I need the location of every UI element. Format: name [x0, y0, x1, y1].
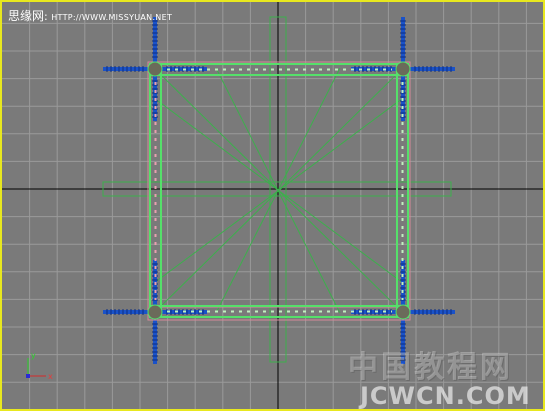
joint-top-left[interactable] — [147, 61, 163, 77]
joint-top-right[interactable] — [395, 61, 411, 77]
axis-gizmo — [26, 358, 46, 378]
site-url: HTTP://WWW.MISSYUAN.NET — [51, 13, 173, 22]
joint-bottom-right[interactable] — [395, 304, 411, 320]
axis-x-label: x — [48, 372, 53, 381]
top-viewport-scene[interactable] — [2, 2, 543, 409]
axis-y-label: y — [31, 351, 36, 360]
site-separator: : — [44, 10, 48, 23]
site-name: 思缘网 — [8, 9, 45, 23]
joint-bottom-left[interactable] — [147, 304, 163, 320]
viewport[interactable]: 思缘网: HTTP://WWW.MISSYUAN.NET y x 中国教程网 J… — [0, 0, 545, 411]
site-credit: 思缘网: HTTP://WWW.MISSYUAN.NET — [8, 10, 172, 24]
